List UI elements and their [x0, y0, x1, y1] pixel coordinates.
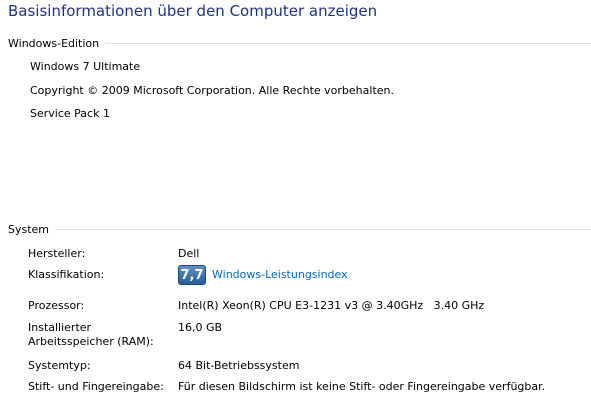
windows-edition-name: Windows 7 Ultimate [30, 60, 141, 73]
section-header-windows-edition: Windows-Edition [8, 36, 591, 50]
service-pack-text: Service Pack 1 [30, 107, 110, 120]
klassifikation-value: 7,7 Windows-Leistungsindex [178, 265, 348, 285]
section-label-system: System [8, 222, 50, 236]
prozessor-value: Intel(R) Xeon(R) CPU E3-1231 v3 @ 3.40GH… [178, 299, 485, 312]
stift-label: Stift- und Fingereingabe: [28, 380, 164, 393]
section-label-windows-edition: Windows-Edition [8, 36, 100, 50]
stift-value: Für diesen Bildschirm ist keine Stift- o… [178, 380, 546, 393]
ram-label: Installierter Arbeitsspeicher (RAM): [28, 321, 154, 348]
ram-value: 16,0 GB [178, 321, 223, 334]
hersteller-label: Hersteller: [28, 247, 86, 260]
section-divider [55, 228, 591, 230]
page-title: Basisinformationen über den Computer anz… [8, 2, 378, 20]
wei-score-badge[interactable]: 7,7 [178, 265, 206, 285]
section-divider [105, 42, 591, 44]
wei-link[interactable]: Windows-Leistungsindex [212, 268, 348, 281]
klassifikation-label: Klassifikation: [28, 268, 105, 281]
systemtyp-label: Systemtyp: [28, 359, 91, 372]
hersteller-value: Dell [178, 247, 200, 260]
copyright-text: Copyright © 2009 Microsoft Corporation. … [30, 84, 395, 97]
prozessor-label: Prozessor: [28, 299, 85, 312]
section-header-system: System [8, 222, 591, 236]
systemtyp-value: 64 Bit-Betriebssystem [178, 359, 300, 372]
